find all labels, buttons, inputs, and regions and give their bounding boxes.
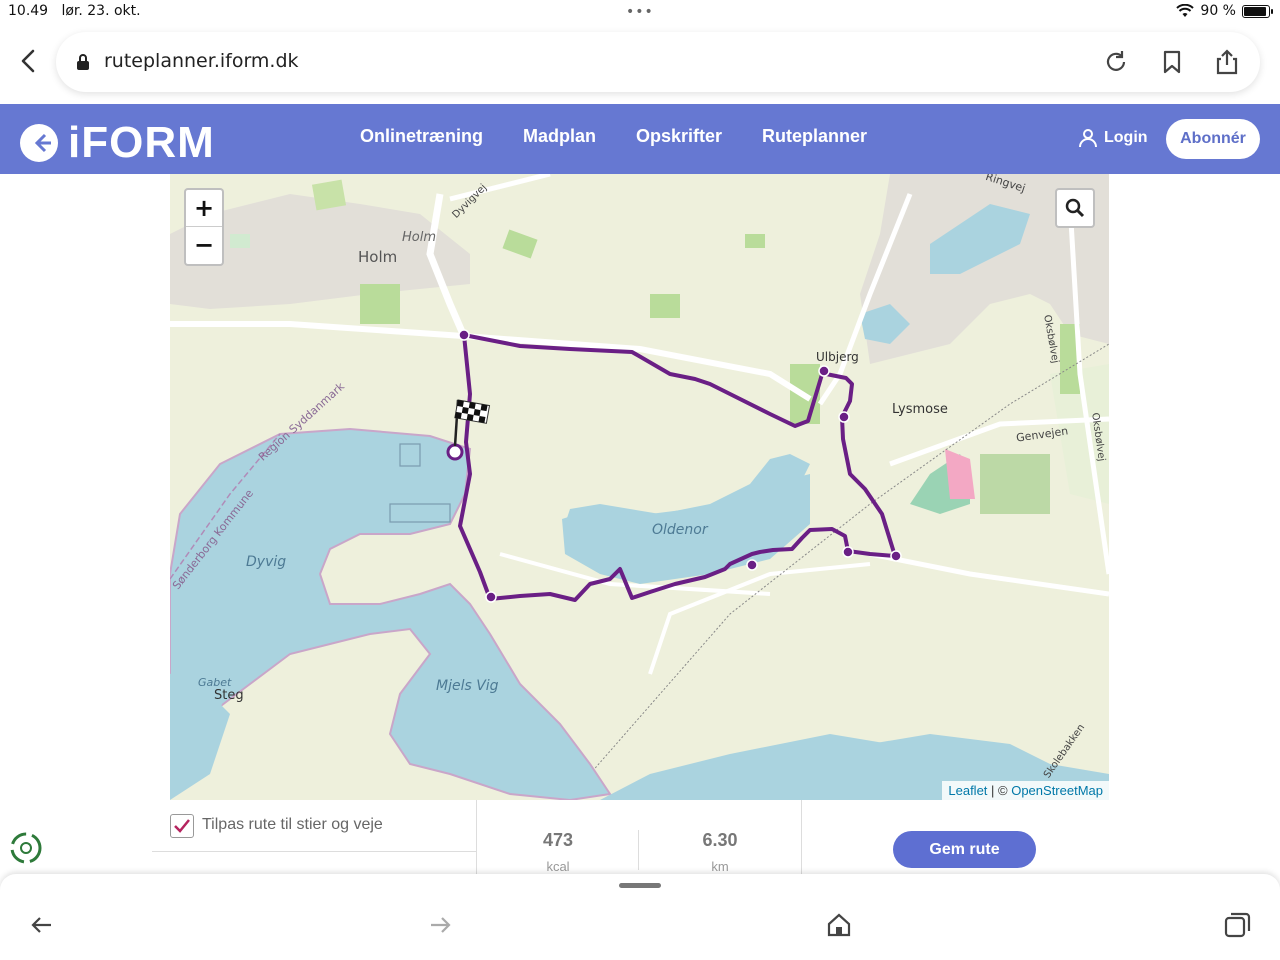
calories-unit: kcal [546, 859, 570, 874]
divider [476, 800, 477, 880]
map-label-dyvig: Dyvig [246, 554, 287, 570]
logo-text: iFORM [68, 118, 215, 167]
tabs-icon[interactable] [1222, 910, 1252, 940]
nav-ruteplanner[interactable]: Ruteplanner [762, 126, 867, 147]
map-label-oldenor: Oldenor [652, 522, 708, 538]
status-bar: 10.49 lør. 23. okt. ••• 90 % [0, 0, 1280, 26]
user-icon [1079, 129, 1097, 148]
nav-onlinetraening[interactable]: Onlinetræning [360, 126, 483, 147]
address-bar[interactable]: ruteplanner.iform.dk [56, 32, 1260, 92]
share-icon[interactable] [1213, 48, 1241, 76]
adapt-route-checkbox[interactable] [170, 814, 194, 838]
main-nav: Onlinetræning Madplan Opskrifter Rutepla… [360, 126, 867, 147]
search-icon [1065, 198, 1085, 218]
iform-logo-icon [20, 124, 58, 162]
home-icon[interactable] [824, 910, 854, 940]
map-label-holm: Holm [358, 248, 398, 266]
subscribe-button[interactable]: Abonnér [1166, 119, 1260, 159]
battery-icon [1242, 4, 1273, 18]
divider [638, 830, 639, 870]
login-link[interactable]: Login [1078, 128, 1148, 148]
map-tiles [170, 174, 1109, 800]
nav-opskrifter[interactable]: Opskrifter [636, 126, 722, 147]
divider [152, 851, 476, 852]
map-search-button[interactable] [1055, 188, 1095, 228]
divider [801, 800, 802, 880]
status-time: 10.49 lør. 23. okt. [8, 3, 141, 19]
distance-value: 6.30 [702, 830, 738, 850]
calories-stat: 473 kcal [520, 830, 596, 874]
wifi-icon [1176, 4, 1195, 17]
browser-bottom-bar [0, 874, 1280, 960]
site-logo[interactable]: iFORM [18, 118, 215, 168]
zoom-control: + − [184, 188, 224, 266]
map-label-steg: Steg [214, 688, 244, 703]
lock-icon [77, 54, 89, 70]
zoom-out-button[interactable]: − [186, 227, 222, 264]
reload-icon[interactable] [1102, 48, 1130, 76]
battery-percent: 90 % [1200, 3, 1236, 19]
sheet-handle[interactable] [619, 883, 661, 888]
map-label-mjels-vig: Mjels Vig [436, 678, 499, 694]
browser-toolbar: ruteplanner.iform.dk [0, 26, 1280, 104]
save-route-button[interactable]: Gem rute [893, 831, 1036, 868]
site-navbar: iFORM Onlinetræning Madplan Opskrifter R… [0, 104, 1280, 174]
nav-madplan[interactable]: Madplan [523, 126, 596, 147]
adapt-route-label[interactable]: Tilpas rute til stier og veje [202, 816, 383, 834]
map-attribution: Leaflet | © OpenStreetMap [942, 781, 1109, 800]
route-panel: Tilpas rute til stier og veje 473 kcal 6… [0, 800, 1280, 880]
distance-stat: 6.30 km [682, 830, 758, 874]
leaflet-link[interactable]: Leaflet [948, 783, 987, 798]
osm-link[interactable]: OpenStreetMap [1011, 783, 1103, 798]
url-text[interactable]: ruteplanner.iform.dk [104, 50, 299, 72]
zoom-in-button[interactable]: + [186, 190, 222, 227]
recycle-widget-icon[interactable] [8, 830, 44, 866]
map-label-lysmose: Lysmose [892, 402, 948, 417]
map-label-ulbjerg: Ulbjerg [816, 350, 859, 364]
multitask-dots-icon[interactable]: ••• [626, 4, 654, 20]
checkmark-icon [174, 819, 190, 833]
forward-arrow-icon[interactable] [425, 910, 455, 940]
bookmark-icon[interactable] [1158, 48, 1186, 76]
map-label-holm-small: Holm [402, 230, 437, 245]
back-arrow-icon[interactable] [27, 910, 57, 940]
route-map[interactable]: Holm Holm Dyvigvej Ringvej Ulbjerg Lysmo… [170, 174, 1109, 800]
distance-unit: km [711, 859, 729, 874]
browser-back-icon[interactable] [14, 46, 44, 76]
calories-value: 473 [542, 830, 574, 850]
